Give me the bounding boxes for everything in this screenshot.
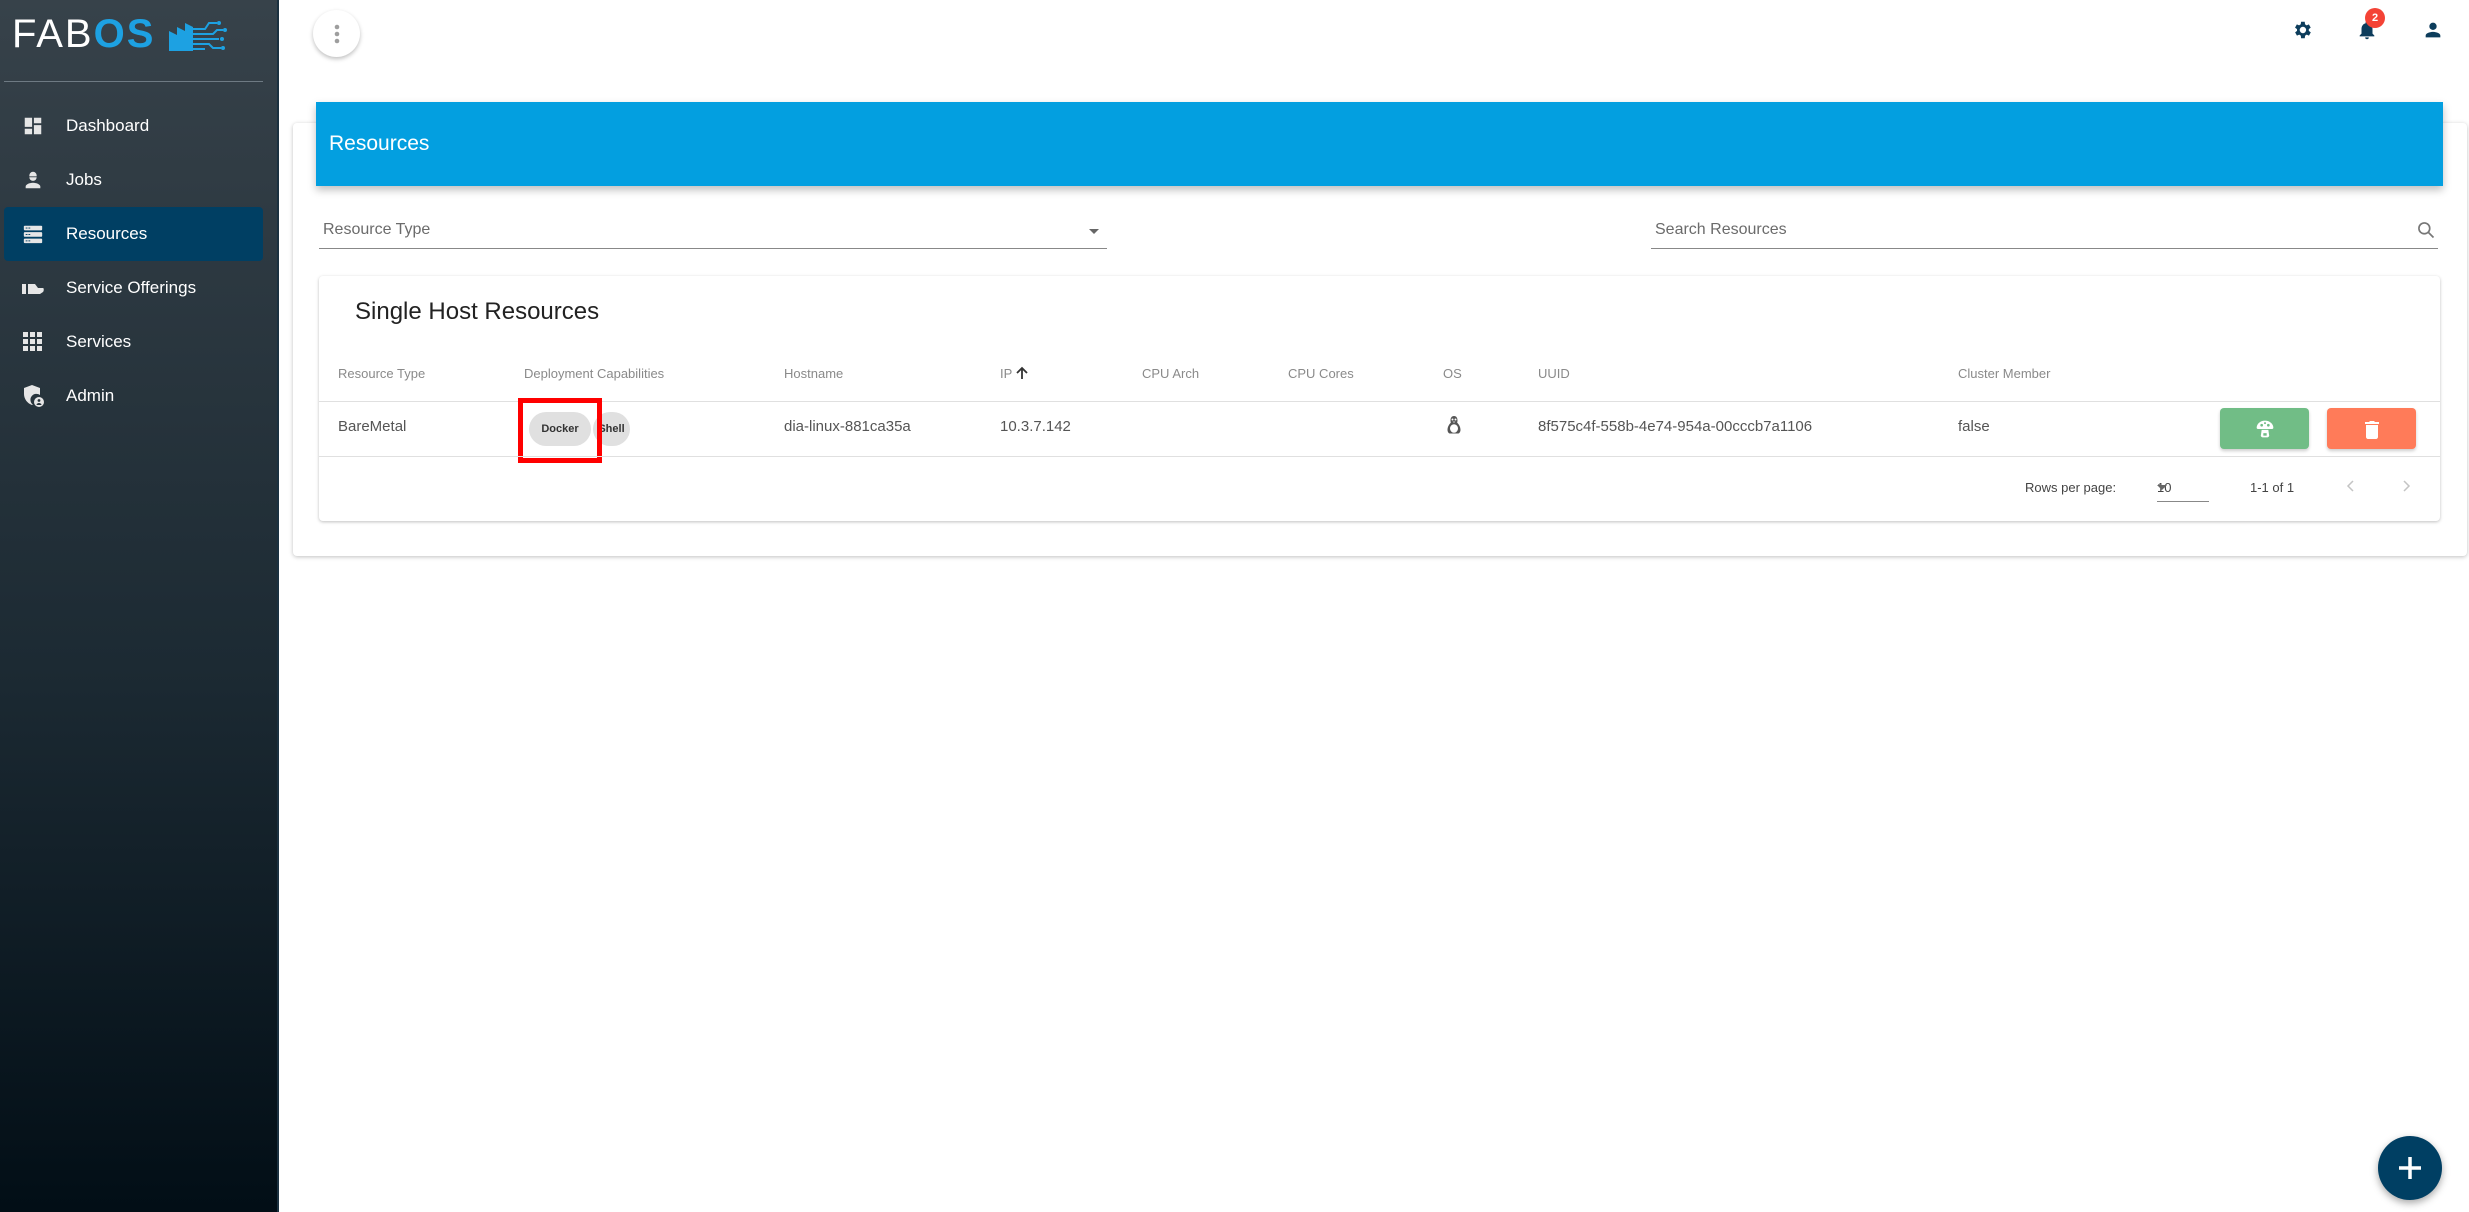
next-page-button[interactable] bbox=[2394, 474, 2418, 498]
sidebar-item-resources[interactable]: Resources bbox=[4, 207, 263, 261]
pagination-range: 1-1 of 1 bbox=[2250, 480, 2295, 495]
header-divider bbox=[319, 401, 2440, 402]
cell-resource-type: BareMetal bbox=[338, 418, 407, 435]
add-resource-button[interactable] bbox=[2378, 1136, 2442, 1200]
sidebar-nav: Dashboard Jobs Resources Service Offerin… bbox=[0, 99, 279, 423]
sidebar-item-dashboard[interactable]: Dashboard bbox=[4, 99, 263, 153]
column-header-cpu-cores[interactable]: CPU Cores bbox=[1288, 366, 1354, 381]
chevron-left-icon bbox=[2346, 480, 2354, 492]
cell-uuid: 8f575c4f-558b-4e74-954a-00cccb7a1106 bbox=[1538, 418, 1813, 435]
plus-icon bbox=[2399, 1157, 2421, 1179]
sidebar-item-label: Jobs bbox=[66, 170, 102, 189]
row-divider bbox=[319, 456, 2440, 457]
column-header-cluster-member[interactable]: Cluster Member bbox=[1958, 366, 2050, 381]
resource-type-label: Resource Type bbox=[323, 221, 431, 238]
dashboard-icon bbox=[20, 113, 46, 139]
column-header-resource-type[interactable]: Resource Type bbox=[338, 366, 425, 381]
worker-icon bbox=[20, 167, 46, 193]
column-header-ip-label: IP bbox=[1000, 366, 1013, 381]
column-header-os[interactable]: OS bbox=[1443, 366, 1462, 381]
mushroom-icon bbox=[2256, 420, 2273, 437]
sidebar-item-label: Resources bbox=[66, 224, 148, 243]
sidebar-item-admin[interactable]: Admin bbox=[4, 369, 263, 423]
sidebar-item-label: Service Offerings bbox=[66, 278, 197, 297]
fabos-logo[interactable]: FABOS bbox=[12, 14, 228, 54]
chevron-down-icon bbox=[1089, 229, 1099, 234]
admin-shield-icon bbox=[20, 383, 46, 409]
more-vert-icon bbox=[334, 24, 339, 43]
logo-text: FABOS bbox=[12, 14, 155, 54]
column-header-uuid[interactable]: UUID bbox=[1538, 366, 1570, 381]
rows-per-page-select[interactable]: 10 bbox=[2157, 472, 2209, 502]
account-button[interactable] bbox=[2419, 16, 2447, 44]
notification-badge: 2 bbox=[2365, 8, 2385, 28]
factory-circuit-icon bbox=[169, 21, 228, 51]
cell-hostname: dia-linux-881ca35a bbox=[784, 418, 911, 435]
column-header-deployment-capabilities[interactable]: Deployment Capabilities bbox=[524, 366, 664, 381]
cell-ip: 10.3.7.142 bbox=[1000, 418, 1071, 435]
search-icon bbox=[2418, 222, 2435, 239]
single-host-resources-table: Single Host Resources Resource Type Depl… bbox=[319, 276, 2440, 521]
chevron-down-icon bbox=[2157, 485, 2167, 490]
sidebar-item-jobs[interactable]: Jobs bbox=[4, 153, 263, 207]
apps-grid-icon bbox=[20, 329, 46, 355]
cell-os bbox=[1446, 415, 1462, 439]
sidebar-item-label: Dashboard bbox=[66, 116, 150, 135]
deploy-button[interactable] bbox=[2220, 408, 2309, 449]
sidebar-item-label: Services bbox=[66, 332, 132, 351]
rows-per-page-label: Rows per page: bbox=[2025, 480, 2117, 495]
resource-type-select[interactable]: Resource Type bbox=[319, 215, 1107, 249]
search-field[interactable]: Search Resources bbox=[1651, 215, 2438, 249]
column-header-hostname[interactable]: Hostname bbox=[784, 366, 843, 381]
delete-button[interactable] bbox=[2327, 408, 2416, 449]
logo-text-fab: FAB bbox=[12, 12, 94, 56]
sort-arrow-up-icon bbox=[1016, 366, 1028, 379]
capability-chip-docker[interactable]: Docker bbox=[529, 412, 591, 446]
more-menu-button[interactable] bbox=[313, 10, 360, 57]
table-title: Single Host Resources bbox=[355, 298, 600, 325]
column-header-cpu-arch[interactable]: CPU Arch bbox=[1142, 366, 1199, 381]
search-placeholder: Search Resources bbox=[1655, 221, 1787, 238]
chevron-right-icon bbox=[2403, 480, 2411, 492]
previous-page-button[interactable] bbox=[2339, 474, 2363, 498]
trash-icon bbox=[2364, 420, 2379, 439]
sidebar-item-service-offerings[interactable]: Service Offerings bbox=[4, 261, 263, 315]
sidebar-item-label: Admin bbox=[66, 386, 115, 405]
server-icon bbox=[20, 221, 46, 247]
notifications-button[interactable]: 2 bbox=[2353, 8, 2385, 44]
hand-offering-icon bbox=[20, 275, 46, 301]
settings-button[interactable] bbox=[2288, 16, 2316, 44]
sidebar: FABOS Dashboard Jobs Resources Service O… bbox=[0, 0, 279, 1212]
logo-text-os: OS bbox=[93, 12, 156, 56]
gear-icon bbox=[2295, 21, 2311, 39]
account-icon bbox=[2425, 22, 2441, 38]
cell-cluster-member: false bbox=[1958, 418, 1990, 435]
linux-icon bbox=[1447, 416, 1461, 434]
sidebar-item-services[interactable]: Services bbox=[4, 315, 263, 369]
sidebar-divider bbox=[4, 81, 263, 82]
capability-chip-shell[interactable]: Shell bbox=[593, 412, 630, 446]
column-header-ip[interactable]: IP bbox=[1000, 366, 1029, 381]
page-header: Resources bbox=[316, 102, 2443, 186]
page-title: Resources bbox=[329, 132, 430, 155]
